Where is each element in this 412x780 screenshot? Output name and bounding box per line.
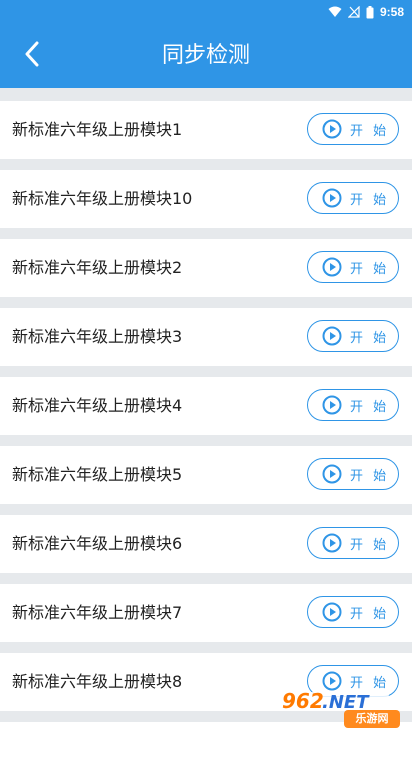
play-circle-icon bbox=[322, 188, 342, 208]
list-item: 新标准六年级上册模块1 开 始 bbox=[0, 101, 412, 159]
start-label: 开 始 bbox=[350, 123, 390, 139]
start-button[interactable]: 开 始 bbox=[307, 113, 399, 145]
start-label: 开 始 bbox=[350, 468, 390, 484]
item-label: 新标准六年级上册模块8 bbox=[12, 672, 183, 691]
start-button[interactable]: 开 始 bbox=[307, 251, 399, 283]
svg-text:962: 962 bbox=[282, 689, 324, 713]
signal-off-icon bbox=[347, 6, 360, 18]
status-bar: 9:58 bbox=[0, 0, 412, 24]
item-label: 新标准六年级上册模块7 bbox=[12, 603, 183, 622]
list-item: 新标准六年级上册模块7 开 始 bbox=[0, 584, 412, 642]
play-circle-icon bbox=[322, 464, 342, 484]
wifi-icon bbox=[328, 6, 342, 18]
start-button[interactable]: 开 始 bbox=[307, 389, 399, 421]
start-label: 开 始 bbox=[350, 537, 390, 553]
play-circle-icon bbox=[322, 326, 342, 346]
list-item: 新标准六年级上册模块2 开 始 bbox=[0, 239, 412, 297]
list-item: 新标准六年级上册模块10 开 始 bbox=[0, 170, 412, 228]
item-label: 新标准六年级上册模块5 bbox=[12, 465, 183, 484]
item-label: 新标准六年级上册模块4 bbox=[12, 396, 183, 415]
page-title: 同步检测 bbox=[161, 43, 250, 68]
start-label: 开 始 bbox=[350, 261, 390, 277]
battery-icon bbox=[366, 5, 374, 19]
list-item-partial bbox=[0, 722, 412, 780]
item-label: 新标准六年级上册模块2 bbox=[12, 258, 183, 277]
start-button[interactable]: 开 始 bbox=[307, 527, 399, 559]
start-button[interactable]: 开 始 bbox=[307, 320, 399, 352]
item-label: 新标准六年级上册模块1 bbox=[12, 120, 183, 139]
list-item: 新标准六年级上册模块3 开 始 bbox=[0, 308, 412, 366]
play-circle-icon bbox=[322, 533, 342, 553]
play-circle-icon bbox=[322, 395, 342, 415]
item-label: 新标准六年级上册模块10 bbox=[12, 189, 193, 208]
start-label: 开 始 bbox=[350, 606, 390, 622]
watermark-logo: 962 .NET 乐游网 bbox=[272, 686, 406, 730]
play-circle-icon bbox=[322, 257, 342, 277]
status-time: 9:58 bbox=[379, 5, 404, 19]
item-label: 新标准六年级上册模块6 bbox=[12, 534, 183, 553]
play-circle-icon bbox=[322, 602, 342, 622]
start-label: 开 始 bbox=[350, 399, 390, 415]
start-label: 开 始 bbox=[350, 330, 390, 346]
start-label: 开 始 bbox=[350, 192, 390, 208]
list-item: 新标准六年级上册模块4 开 始 bbox=[0, 377, 412, 435]
start-button[interactable]: 开 始 bbox=[307, 182, 399, 214]
start-button[interactable]: 开 始 bbox=[307, 458, 399, 490]
watermark-sub: 乐游网 bbox=[344, 710, 400, 728]
status-icons: 9:58 bbox=[328, 4, 404, 20]
app-bar: 同步检测 bbox=[0, 24, 412, 88]
start-button[interactable]: 开 始 bbox=[307, 596, 399, 628]
item-label: 新标准六年级上册模块3 bbox=[12, 327, 183, 346]
list-item: 新标准六年级上册模块5 开 始 bbox=[0, 446, 412, 504]
list-item: 新标准六年级上册模块6 开 始 bbox=[0, 515, 412, 573]
play-circle-icon bbox=[322, 119, 342, 139]
